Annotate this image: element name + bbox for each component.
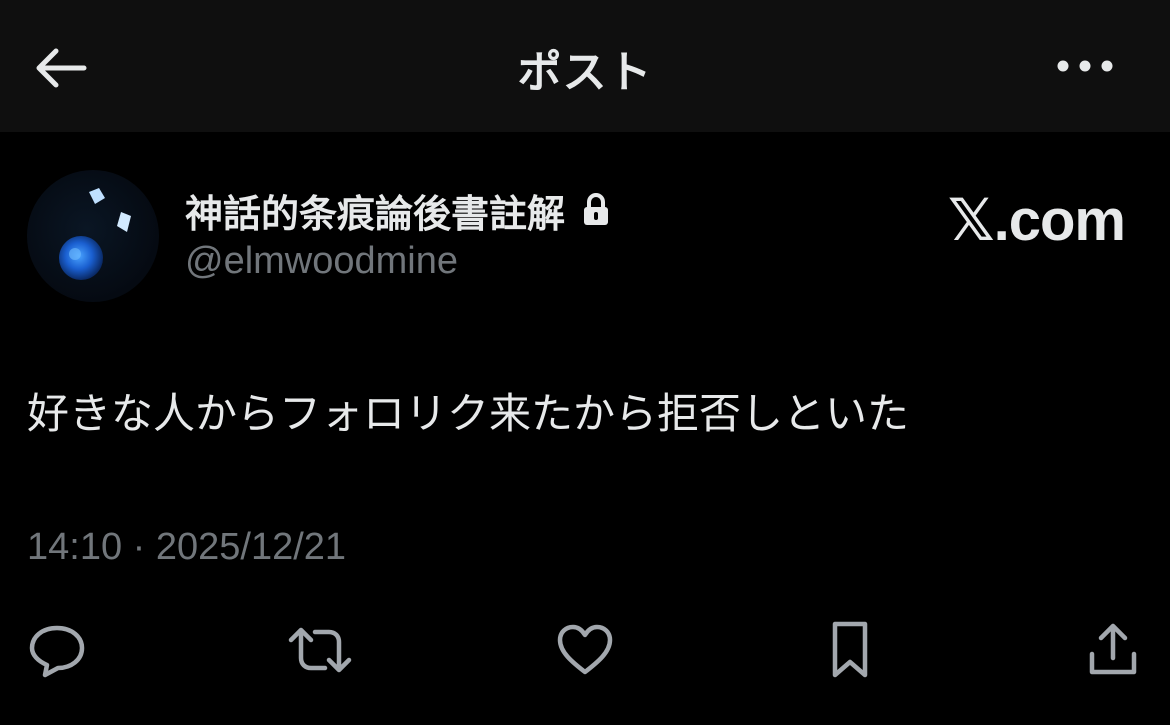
share-button[interactable] — [1078, 615, 1148, 685]
lock-icon — [581, 192, 611, 228]
avatar-image — [59, 188, 131, 280]
user-handle[interactable]: @elmwoodmine — [185, 240, 458, 283]
repost-button[interactable] — [285, 615, 355, 685]
like-button[interactable] — [550, 615, 620, 685]
share-icon — [1089, 623, 1137, 675]
heart-icon — [557, 624, 613, 675]
page-title: ポスト — [517, 48, 653, 97]
post-timestamp[interactable]: 14:10 · 2025/12/21 — [27, 526, 346, 569]
brand-watermark: 𝕏.com — [947, 188, 1126, 253]
top-bar: ポスト — [0, 0, 1170, 132]
bookmark-button[interactable] — [815, 615, 885, 685]
bookmark-icon — [832, 621, 868, 678]
reply-icon — [29, 625, 85, 678]
more-horizontal-icon — [1057, 60, 1113, 72]
display-name-row[interactable]: 神話的条痕論後書註解 — [185, 186, 611, 236]
repost-icon — [288, 627, 352, 673]
avatar[interactable] — [27, 170, 159, 302]
display-name[interactable]: 神話的条痕論後書註解 — [185, 183, 565, 238]
post-text: 好きな人からフォロリク来たから拒否しといた — [27, 390, 910, 437]
more-button[interactable] — [1050, 40, 1120, 92]
reply-button[interactable] — [22, 615, 92, 685]
